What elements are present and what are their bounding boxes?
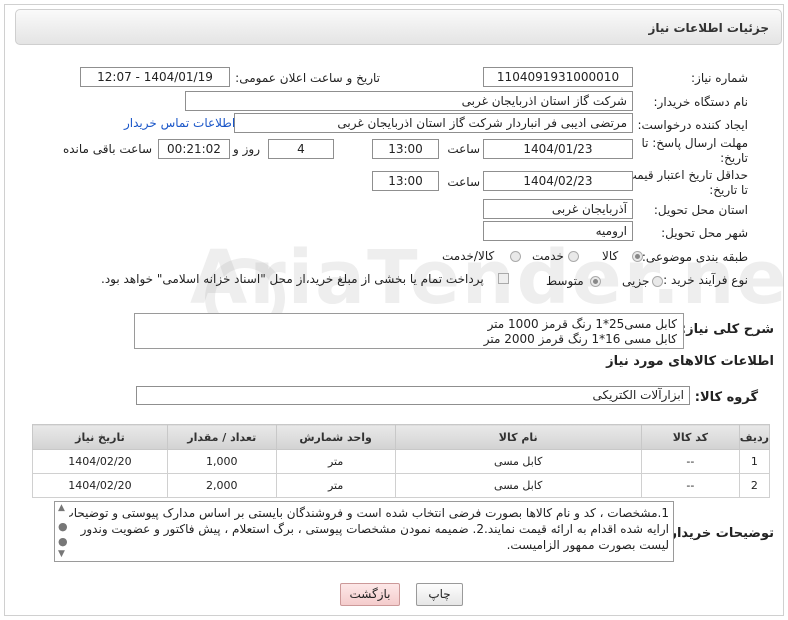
treasury-checkbox[interactable] [498, 273, 509, 284]
cell-item-code: -- [640, 473, 740, 498]
goods-group-label: گروه کالا: [694, 390, 758, 405]
process-radio-medium[interactable] [590, 276, 601, 287]
process-label: نوع فرآیند خرید : [663, 273, 748, 287]
general-desc-label: شرح کلی نیاز: [680, 322, 774, 337]
cell-unit: متر [275, 449, 396, 474]
scroll-up-icon[interactable]: ▲ [58, 503, 65, 513]
goods-group-field: ابزارآلات الکتریکی [136, 386, 690, 405]
buyer-field: شرکت گاز استان اذربایجان غربی [185, 91, 633, 111]
col-item-code: کد کالا [640, 424, 740, 450]
print-button[interactable]: چاپ [416, 583, 463, 606]
buyer-contact-link[interactable]: اطلاعات تماس خریدار [124, 116, 235, 130]
scroll-dot-icon: ● [58, 535, 68, 548]
buyer-notes-scrollbar[interactable]: ▲ ● ● ▼ [55, 502, 69, 561]
deadline-date-field: 1404/01/23 [483, 139, 633, 159]
cell-need-date: 1404/02/20 [32, 473, 168, 498]
deadline-time-label: ساعت [447, 142, 480, 156]
general-desc-field: کابل مسی25*1 رنگ قرمز 1000 متر کابل مسی … [134, 313, 684, 349]
province-field: آذربایجان غربی [483, 199, 633, 219]
cell-item-name: کابل مسی [394, 449, 642, 474]
details-header: جزئیات اطلاعات نیاز [15, 9, 782, 45]
process-option-minor: جزیی [622, 274, 650, 288]
cell-unit: متر [275, 473, 396, 498]
col-unit: واحد شمارش [275, 424, 396, 450]
scroll-down-icon[interactable]: ▼ [58, 549, 65, 559]
col-quantity: تعداد / مقدار [166, 424, 277, 450]
remaining-time-field: 00:21:02 [158, 139, 230, 159]
validity-time-label: ساعت [447, 175, 480, 189]
province-label: استان محل تحویل: [653, 203, 748, 217]
validity-time-field: 13:00 [372, 171, 439, 191]
category-option-both: کالا/خدمت [442, 249, 495, 263]
category-option-goods: کالا [602, 249, 619, 263]
process-option-medium: متوسط [546, 274, 584, 288]
back-button[interactable]: بازگشت [340, 583, 400, 606]
city-field: ارومیه [483, 221, 633, 241]
buyer-label: نام دستگاه خریدار: [653, 95, 749, 109]
announce-date-label: تاریخ و ساعت اعلان عمومی: [235, 71, 380, 85]
deadline-time-field: 13:00 [372, 139, 439, 159]
page-title: جزئیات اطلاعات نیاز [648, 21, 769, 35]
city-label: شهر محل تحویل: [661, 226, 748, 240]
general-desc-line1: کابل مسی25*1 رنگ قرمز 1000 متر [487, 317, 677, 331]
table-row[interactable]: 1 -- کابل مسی متر 1,000 1404/02/20 [32, 449, 771, 474]
buyer-notes-label: توضیحات خریدار: [664, 526, 774, 541]
table-header-row: ردیف کد کالا نام کالا واحد شمارش تعداد /… [32, 424, 771, 450]
category-radio-both[interactable] [510, 251, 521, 262]
treasury-payment-note: پرداخت تمام یا بخشی از مبلغ خرید،از محل … [101, 272, 484, 286]
category-radio-service[interactable] [568, 251, 579, 262]
validity-date-field: 1404/02/23 [483, 171, 633, 191]
cell-item-name: کابل مسی [394, 473, 642, 498]
cell-quantity: 2,000 [166, 473, 277, 498]
cell-item-code: -- [640, 449, 740, 474]
remaining-time-label: ساعت باقی مانده [62, 142, 152, 156]
validity-label-line1: حداقل تاریخ اعتبار قیمت: [621, 168, 748, 182]
goods-info-title: اطلاعات کالاهای مورد نیاز [606, 354, 774, 369]
category-label: طبقه بندی موضوعی: [641, 250, 748, 264]
announce-date-field: 1404/01/19 - 12:07 [80, 67, 230, 87]
col-item-name: نام کالا [394, 424, 642, 450]
category-option-service: خدمت [532, 249, 564, 263]
creator-label: ایجاد کننده درخواست: [637, 118, 748, 132]
need-number-field: 1104091931000010 [483, 67, 633, 87]
cell-need-date: 1404/02/20 [32, 449, 168, 474]
remaining-days-field: 4 [268, 139, 334, 159]
table-row[interactable]: 2 -- کابل مسی متر 2,000 1404/02/20 [32, 473, 771, 498]
need-number-label: شماره نیاز: [691, 71, 748, 85]
process-radio-minor[interactable] [652, 276, 663, 287]
cell-quantity: 1,000 [166, 449, 277, 474]
col-row-number: ردیف [738, 424, 771, 450]
category-radio-goods[interactable] [632, 251, 643, 262]
validity-label-line2: تا تاریخ: [709, 183, 748, 197]
items-table: ردیف کد کالا نام کالا واحد شمارش تعداد /… [32, 424, 771, 498]
cell-row-number: 1 [738, 449, 771, 474]
cell-row-number: 2 [738, 473, 771, 498]
deadline-label-line1: مهلت ارسال پاسخ: تا [641, 136, 748, 150]
deadline-label-line2: تاریخ: [720, 151, 748, 165]
creator-field: مرتضی ادیبی فر انباردار شرکت گاز استان ا… [234, 113, 633, 133]
col-need-date: تاریخ نیاز [32, 424, 168, 450]
general-desc-line2: کابل مسی 16*1 رنگ قرمز 2000 متر [483, 332, 677, 346]
remaining-days-label: روز و [233, 142, 260, 156]
scroll-dot-icon: ● [58, 520, 68, 533]
buyer-notes-field: 1.مشخصات ، کد و نام کالاها بصورت فرضی ان… [54, 501, 674, 562]
